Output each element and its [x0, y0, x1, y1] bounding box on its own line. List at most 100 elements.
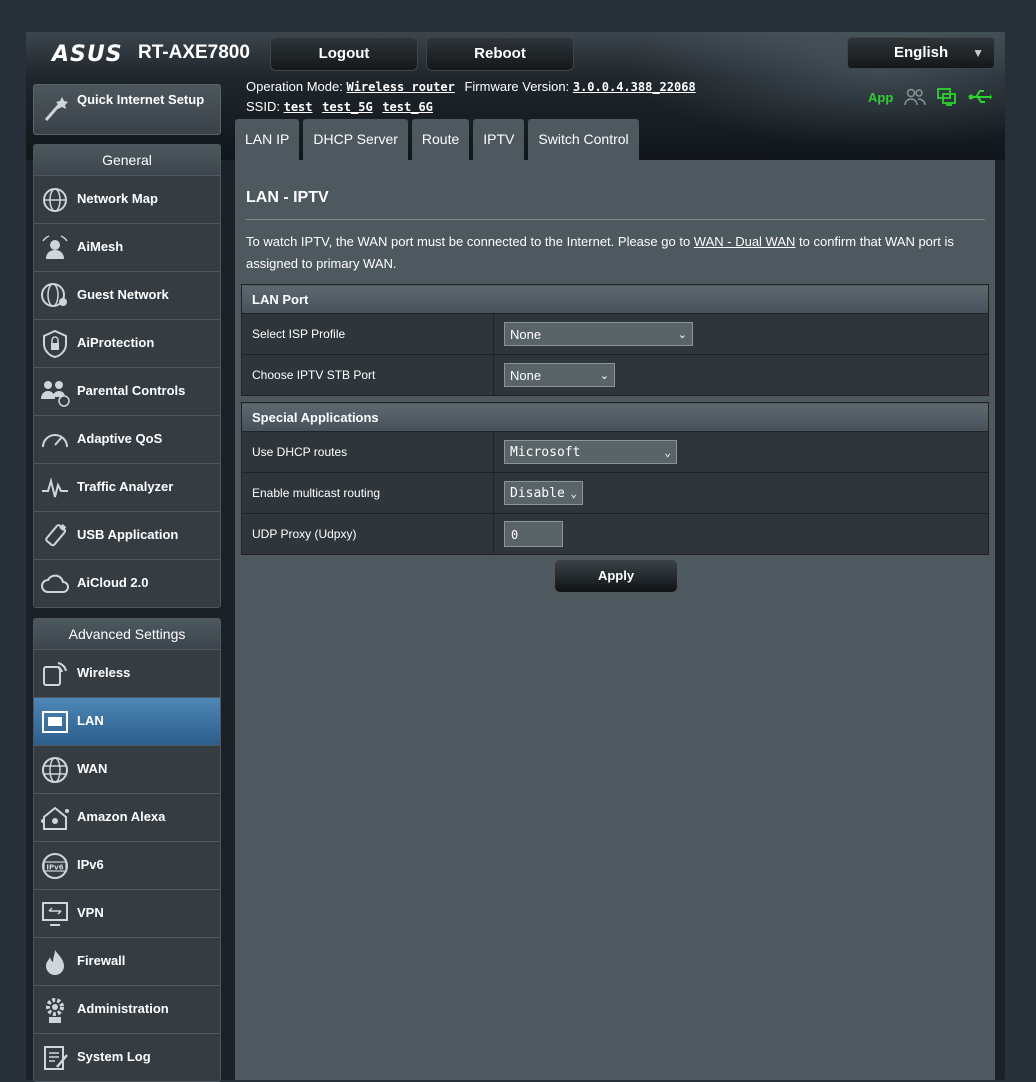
clients-icon[interactable]	[904, 88, 927, 106]
fire-icon	[46, 950, 64, 975]
ssid-link-5g[interactable]: test_5G	[322, 100, 373, 114]
tab-dhcp-server[interactable]: DHCP Server	[303, 119, 408, 160]
sidebar-item-usb-application[interactable]: USB Application	[34, 511, 220, 559]
reboot-button[interactable]: Reboot	[426, 37, 574, 71]
sidebar-item-label: AiCloud 2.0	[77, 575, 149, 590]
stb-port-label: Choose IPTV STB Port	[241, 354, 494, 396]
sidebar-item-label: Firewall	[77, 953, 126, 968]
multicast-routing-label: Enable multicast routing	[241, 472, 494, 514]
chevron-down-icon: ▼	[972, 46, 984, 60]
sidebar-item-guest-network[interactable]: Guest Network	[34, 271, 220, 319]
chevron-down-icon: ⌄	[599, 370, 609, 382]
wireless-icon	[43, 662, 67, 686]
udpxy-input[interactable]: 0	[504, 521, 563, 547]
app-link[interactable]: App	[868, 90, 893, 105]
status-info: Operation Mode: Wireless router Firmware…	[246, 77, 702, 117]
log-icon	[44, 1046, 68, 1070]
isp-profile-select[interactable]: None ⌄	[504, 322, 693, 346]
isp-profile-value: None	[510, 327, 542, 342]
chevron-down-icon: ⌄	[677, 329, 687, 341]
sidebar-item-vpn[interactable]: VPN	[34, 889, 220, 937]
table-row: Enable multicast routing Disable ⌄	[241, 472, 989, 514]
quick-internet-setup-label: Quick Internet Setup	[77, 92, 205, 107]
sidebar-item-network-map[interactable]: Network Map	[34, 175, 220, 223]
sidebar-item-label: Wireless	[77, 665, 131, 680]
sidebar-item-administration[interactable]: Administration	[34, 985, 220, 1033]
main-content: LAN - IPTV To watch IPTV, the WAN port m…	[235, 160, 995, 1080]
page-description: To watch IPTV, the WAN port must be conn…	[246, 231, 986, 275]
special-applications-table: Special Applications Use DHCP routes Mic…	[241, 402, 989, 555]
wan-dual-wan-link[interactable]: WAN - Dual WAN	[694, 234, 796, 249]
sidebar-item-firewall[interactable]: Firewall	[34, 937, 220, 985]
sidebar-item-ipv6[interactable]: IPv6 IPv6	[34, 841, 220, 889]
sidebar-item-label: Parental Controls	[77, 383, 186, 398]
sidebar-item-label: LAN	[77, 713, 104, 728]
network-status-icon[interactable]	[937, 88, 957, 106]
stb-port-select[interactable]: None ⌄	[504, 363, 615, 387]
ipv6-icon: IPv6	[42, 853, 68, 879]
lan-port-table: LAN Port Select ISP Profile None ⌄ Choose…	[241, 284, 989, 396]
sidebar-item-aiprotection[interactable]: AiProtection	[34, 319, 220, 367]
aimesh-icon	[42, 235, 68, 259]
firmware-label: Firmware Version:	[464, 79, 570, 94]
cloud-icon	[41, 574, 69, 593]
guest-network-icon	[41, 283, 67, 307]
advanced-section: Advanced Settings Wireless LAN WAN Amazo…	[33, 618, 221, 1082]
usb-icon[interactable]	[968, 88, 993, 106]
sidebar-item-wan[interactable]: WAN	[34, 745, 220, 793]
monitor-icon	[42, 902, 68, 926]
sidebar-item-label: Guest Network	[77, 287, 169, 302]
pulse-icon	[42, 477, 68, 498]
description-text: To watch IPTV, the WAN port must be conn…	[246, 234, 694, 249]
tab-switch-control[interactable]: Switch Control	[528, 119, 639, 160]
sidebar-item-label: Amazon Alexa	[77, 809, 166, 824]
sidebar-item-label: Traffic Analyzer	[77, 479, 174, 494]
globe-icon	[42, 757, 68, 783]
sidebar-item-adaptive-qos[interactable]: Adaptive QoS	[34, 415, 220, 463]
sidebar-item-parental-controls[interactable]: Parental Controls	[34, 367, 220, 415]
operation-mode-link[interactable]: Wireless router	[346, 80, 454, 94]
general-title: General	[34, 145, 220, 175]
gear-icon	[46, 998, 64, 1023]
stb-port-value: None	[510, 368, 542, 383]
chevron-down-icon: ⌄	[664, 446, 671, 459]
sidebar-item-traffic-analyzer[interactable]: Traffic Analyzer	[34, 463, 220, 511]
sidebar-item-aimesh[interactable]: AiMesh	[34, 223, 220, 271]
ssid-label: SSID:	[246, 99, 280, 114]
general-section: General Network Map AiMesh Guest Network…	[33, 144, 221, 608]
sidebar-item-aicloud[interactable]: AiCloud 2.0	[34, 559, 220, 607]
isp-profile-label: Select ISP Profile	[241, 313, 494, 355]
page-title: LAN - IPTV	[246, 189, 329, 206]
quick-internet-setup-button[interactable]: Quick Internet Setup	[33, 84, 221, 135]
dhcp-routes-select[interactable]: Microsoft ⌄	[504, 440, 677, 464]
table-row: Use DHCP routes Microsoft ⌄	[241, 431, 989, 473]
sidebar-item-lan[interactable]: LAN	[34, 697, 220, 745]
tab-iptv[interactable]: IPTV	[473, 119, 525, 160]
sidebar-item-label: Administration	[77, 1001, 169, 1016]
lan-port-header: LAN Port	[241, 284, 989, 314]
sidebar-item-label: VPN	[77, 905, 104, 920]
multicast-routing-select[interactable]: Disable ⌄	[504, 481, 583, 505]
sidebar-item-amazon-alexa[interactable]: Amazon Alexa	[34, 793, 220, 841]
lan-port-icon	[42, 711, 68, 733]
sidebar-item-label: Adaptive QoS	[77, 431, 163, 446]
title-divider	[246, 219, 985, 220]
udpxy-label: UDP Proxy (Udpxy)	[241, 513, 494, 555]
table-row: Choose IPTV STB Port None ⌄	[241, 354, 989, 396]
logout-button[interactable]: Logout	[270, 37, 418, 71]
tab-route[interactable]: Route	[411, 119, 470, 160]
language-select[interactable]: English ▼	[847, 37, 995, 69]
apply-button[interactable]: Apply	[554, 559, 678, 593]
firmware-link[interactable]: 3.0.0.4.388_22068	[573, 80, 696, 94]
sidebar-item-wireless[interactable]: Wireless	[34, 649, 220, 697]
ssid-link-6g[interactable]: test_6G	[382, 100, 433, 114]
status-icons: App	[868, 86, 993, 108]
tab-lan-ip[interactable]: LAN IP	[235, 119, 300, 160]
ssid-link-2g[interactable]: test	[284, 100, 313, 114]
alexa-icon	[41, 806, 69, 830]
svg-text:IPv6: IPv6	[46, 864, 63, 872]
dhcp-routes-value: Microsoft	[510, 445, 581, 460]
special-applications-header: Special Applications	[241, 402, 989, 432]
sidebar-item-system-log[interactable]: System Log	[34, 1033, 220, 1081]
shield-lock-icon	[43, 329, 67, 359]
